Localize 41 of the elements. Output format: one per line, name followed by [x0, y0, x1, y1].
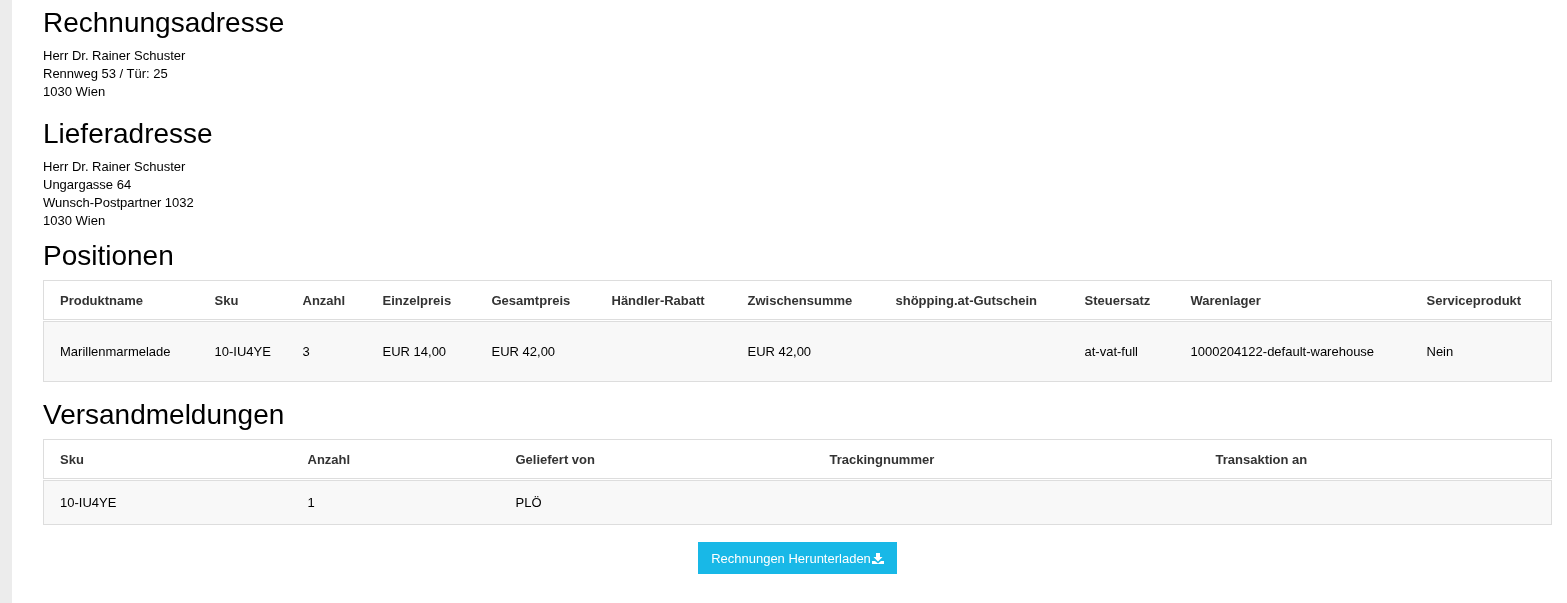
address-line: Wunsch-Postpartner 1032 — [43, 194, 194, 212]
column-header: Serviceprodukt — [1426, 292, 1522, 308]
section-heading: Versandmeldungen — [43, 399, 285, 430]
table-cell: 10-IU4YE — [214, 343, 271, 359]
section-heading: Lieferadresse — [43, 118, 213, 149]
column-header: shöpping.at-Gutschein — [895, 292, 1038, 308]
table-cell: Nein — [1426, 343, 1454, 359]
column-header: Sku — [214, 292, 239, 308]
table-cell: Marillenmarmelade — [60, 343, 171, 359]
address-line: Rennweg 53 / Tür: 25 — [43, 65, 168, 83]
table-cell: EUR 14,00 — [382, 343, 447, 359]
column-header: Anzahl — [302, 292, 346, 308]
column-header: Steuersatz — [1084, 292, 1151, 308]
column-header: Warenlager — [1190, 292, 1261, 308]
column-header: Produktname — [60, 292, 144, 308]
column-header: Trackingnummer — [829, 451, 935, 467]
column-header: Sku — [60, 451, 84, 467]
column-header: Einzelpreis — [382, 292, 452, 308]
address-line: Ungargasse 64 — [43, 176, 132, 194]
column-header: Händler-Rabatt — [611, 292, 705, 308]
table-cell: 1000204122-default-warehouse — [1190, 343, 1375, 359]
address-line: 1030 Wien — [43, 212, 106, 230]
section-heading: Positionen — [43, 240, 174, 271]
column-header: Anzahl — [307, 451, 351, 467]
table-cell: at-vat-full — [1084, 343, 1138, 359]
address-line: 1030 Wien — [43, 83, 106, 101]
table-cell: PLÖ — [515, 494, 542, 510]
table-cell: 1 — [307, 494, 315, 510]
column-header: Gesamtpreis — [491, 292, 571, 308]
table-cell: EUR 42,00 — [747, 343, 812, 359]
table-cell: EUR 42,00 — [491, 343, 556, 359]
download-icon — [871, 552, 884, 564]
table-cell: 3 — [302, 343, 310, 359]
download-button[interactable]: Rechnungen Herunterladen — [698, 542, 897, 574]
address-line: Herr Dr. Rainer Schuster — [43, 47, 186, 65]
column-header: Zwischensumme — [747, 292, 853, 308]
address-line: Herr Dr. Rainer Schuster — [43, 158, 186, 176]
table-cell: 10-IU4YE — [60, 494, 117, 510]
section-heading: Rechnungsadresse — [43, 7, 285, 38]
column-header: Geliefert von — [515, 451, 595, 467]
column-header: Transaktion an — [1215, 451, 1308, 467]
